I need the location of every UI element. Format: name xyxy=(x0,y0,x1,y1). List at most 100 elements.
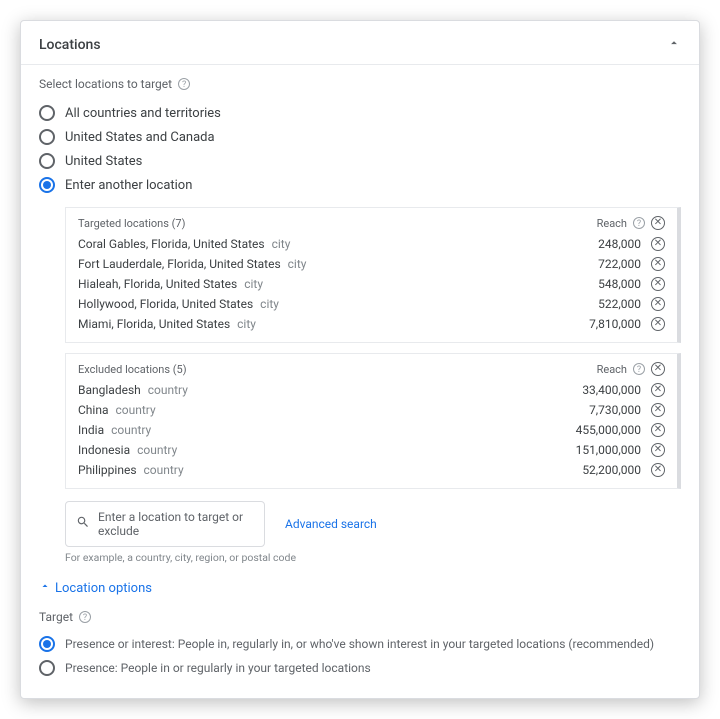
location-type: country xyxy=(148,383,188,397)
location-options-label: Location options xyxy=(55,581,152,596)
target-option[interactable]: Presence or interest: People in, regular… xyxy=(39,632,681,656)
location-row: Philippines country 52,200,000 ✕ xyxy=(78,460,665,480)
target-label: Target ? xyxy=(39,610,681,624)
chevron-up-icon xyxy=(39,580,51,596)
location-name: Philippines xyxy=(78,463,137,477)
radio-label: United States and Canada xyxy=(65,130,215,145)
panel-title: Locations xyxy=(39,37,101,53)
help-icon[interactable]: ? xyxy=(79,611,91,623)
location-row: Fort Lauderdale, Florida, United States … xyxy=(78,254,665,274)
locations-panel: Locations Select locations to target ? A… xyxy=(20,20,700,699)
radio-label: All countries and territories xyxy=(65,106,221,121)
location-mode-option[interactable]: Enter another location xyxy=(39,173,681,197)
search-icon xyxy=(76,515,90,533)
location-type: city xyxy=(272,237,291,251)
location-row: Miami, Florida, United States city 7,810,… xyxy=(78,314,665,334)
close-icon[interactable]: ✕ xyxy=(651,362,665,376)
excluded-locations-box: Excluded locations (5) Reach ? ✕ Banglad… xyxy=(65,353,681,489)
remove-location-icon[interactable]: ✕ xyxy=(651,257,665,271)
location-type: city xyxy=(244,277,263,291)
location-reach: 33,400,000 xyxy=(582,383,641,397)
location-type: country xyxy=(144,463,184,477)
remove-location-icon[interactable]: ✕ xyxy=(651,383,665,397)
close-icon[interactable]: ✕ xyxy=(651,216,665,230)
panel-header: Locations xyxy=(21,21,699,65)
location-type: city xyxy=(237,317,256,331)
search-placeholder: Enter a location to target or exclude xyxy=(98,510,254,538)
remove-location-icon[interactable]: ✕ xyxy=(651,403,665,417)
location-row: Bangladesh country 33,400,000 ✕ xyxy=(78,380,665,400)
radio-icon xyxy=(39,636,55,652)
location-name: India xyxy=(78,423,104,437)
location-mode-option[interactable]: United States and Canada xyxy=(39,125,681,149)
location-mode-option[interactable]: United States xyxy=(39,149,681,173)
reach-label: Reach xyxy=(597,217,627,230)
remove-location-icon[interactable]: ✕ xyxy=(651,277,665,291)
location-name: Fort Lauderdale, Florida, United States xyxy=(78,257,281,271)
remove-location-icon[interactable]: ✕ xyxy=(651,463,665,477)
radio-icon xyxy=(39,129,55,145)
radio-label: United States xyxy=(65,154,142,169)
location-reach: 7,810,000 xyxy=(589,317,641,331)
location-name: Miami, Florida, United States xyxy=(78,317,230,331)
location-reach: 455,000,000 xyxy=(576,423,641,437)
radio-icon xyxy=(39,153,55,169)
location-reach: 548,000 xyxy=(598,277,641,291)
radio-label: Presence: People in or regularly in your… xyxy=(65,661,371,675)
excluded-rows: Bangladesh country33,400,000✕China count… xyxy=(78,380,665,480)
excluded-heading: Excluded locations (5) xyxy=(78,363,187,376)
collapse-icon[interactable] xyxy=(667,35,681,54)
location-row: China country 7,730,000 ✕ xyxy=(78,400,665,420)
location-name: China xyxy=(78,403,109,417)
location-name: Hollywood, Florida, United States xyxy=(78,297,253,311)
target-radio-group: Presence or interest: People in, regular… xyxy=(39,632,681,680)
radio-icon xyxy=(39,177,55,193)
radio-label: Enter another location xyxy=(65,178,192,193)
search-row: Enter a location to target or exclude Ad… xyxy=(65,501,681,547)
location-reach: 248,000 xyxy=(598,237,641,251)
panel-content: Select locations to target ? All countri… xyxy=(21,65,699,698)
location-type: city xyxy=(288,257,307,271)
remove-location-icon[interactable]: ✕ xyxy=(651,443,665,457)
radio-label: Presence or interest: People in, regular… xyxy=(65,637,654,651)
advanced-search-link[interactable]: Advanced search xyxy=(285,517,377,531)
targeted-heading: Targeted locations (7) xyxy=(78,217,185,230)
radio-icon xyxy=(39,105,55,121)
location-name: Bangladesh xyxy=(78,383,141,397)
target-label-text: Target xyxy=(39,610,73,624)
help-icon[interactable]: ? xyxy=(178,78,190,90)
location-reach: 522,000 xyxy=(598,297,641,311)
location-mode-radio-group: All countries and territories United Stat… xyxy=(39,101,681,197)
help-icon[interactable]: ? xyxy=(633,217,645,229)
location-type: country xyxy=(115,403,155,417)
subheading: Select locations to target ? xyxy=(39,77,681,91)
location-row: India country 455,000,000 ✕ xyxy=(78,420,665,440)
location-row: Hollywood, Florida, United States city52… xyxy=(78,294,665,314)
reach-label: Reach xyxy=(597,363,627,376)
location-mode-option[interactable]: All countries and territories xyxy=(39,101,681,125)
search-hint: For example, a country, city, region, or… xyxy=(65,551,681,564)
location-name: Hialeah, Florida, United States xyxy=(78,277,237,291)
location-reach: 52,200,000 xyxy=(582,463,641,477)
location-search-input[interactable]: Enter a location to target or exclude xyxy=(65,501,265,547)
subheading-text: Select locations to target xyxy=(39,77,172,91)
location-options-toggle[interactable]: Location options xyxy=(39,580,681,596)
location-type: country xyxy=(111,423,151,437)
location-name: Indonesia xyxy=(78,443,130,457)
remove-location-icon[interactable]: ✕ xyxy=(651,297,665,311)
targeted-rows: Coral Gables, Florida, United States cit… xyxy=(78,234,665,334)
remove-location-icon[interactable]: ✕ xyxy=(651,423,665,437)
location-reach: 722,000 xyxy=(598,257,641,271)
remove-location-icon[interactable]: ✕ xyxy=(651,237,665,251)
targeted-locations-box: Targeted locations (7) Reach ? ✕ Coral G… xyxy=(65,207,681,343)
location-row: Hialeah, Florida, United States city 548,… xyxy=(78,274,665,294)
help-icon[interactable]: ? xyxy=(633,363,645,375)
location-reach: 151,000,000 xyxy=(576,443,641,457)
remove-location-icon[interactable]: ✕ xyxy=(651,317,665,331)
target-option[interactable]: Presence: People in or regularly in your… xyxy=(39,656,681,680)
location-row: Coral Gables, Florida, United States cit… xyxy=(78,234,665,254)
location-row: Indonesia country 151,000,000 ✕ xyxy=(78,440,665,460)
location-reach: 7,730,000 xyxy=(589,403,641,417)
location-type: country xyxy=(137,443,177,457)
radio-icon xyxy=(39,660,55,676)
